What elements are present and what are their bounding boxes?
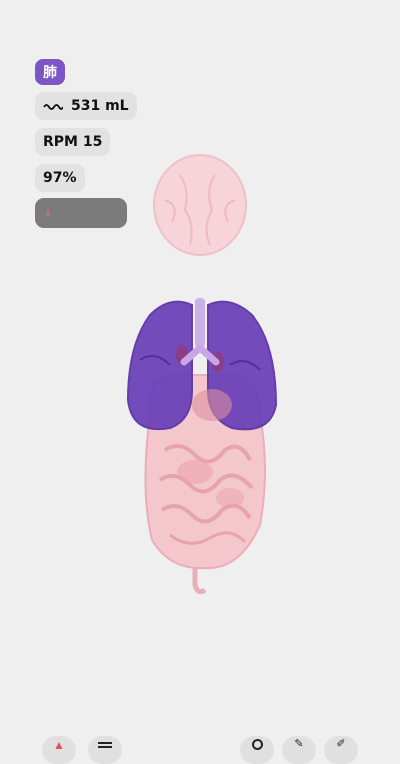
brain-model[interactable]	[153, 154, 247, 256]
organ-badge-label: 肺	[43, 65, 57, 81]
respiratory-rate-value: RPM 15	[43, 134, 103, 150]
pencil-icon: ✎	[294, 738, 304, 750]
brush-icon: ✐	[336, 738, 346, 750]
tidal-volume-chip: 531 mL	[35, 92, 137, 120]
organ-badge-lungs[interactable]: 肺	[35, 59, 65, 85]
oxygen-saturation-chip: 97%	[35, 164, 85, 192]
pin-button[interactable]	[240, 736, 274, 764]
arrow-down-icon: ↓	[43, 206, 54, 220]
heart-button[interactable]: ▲	[42, 736, 76, 764]
heart-icon: ▲	[53, 738, 65, 752]
tidal-volume-value: 531 mL	[71, 98, 129, 114]
oxygen-saturation-value: 97%	[43, 170, 77, 186]
pencil-button[interactable]: ✎	[282, 736, 316, 764]
menu-icon	[98, 742, 112, 744]
brush-button[interactable]: ✐	[324, 736, 358, 764]
menu-button[interactable]	[88, 736, 122, 764]
bottom-toolbar: ▲ ✎ ✐	[0, 736, 400, 764]
lungs-model[interactable]	[126, 298, 278, 431]
anatomy-model[interactable]	[110, 150, 290, 600]
pin-icon	[251, 739, 263, 750]
respiratory-rate-chip: RPM 15	[35, 128, 111, 156]
wave-icon	[43, 101, 63, 111]
